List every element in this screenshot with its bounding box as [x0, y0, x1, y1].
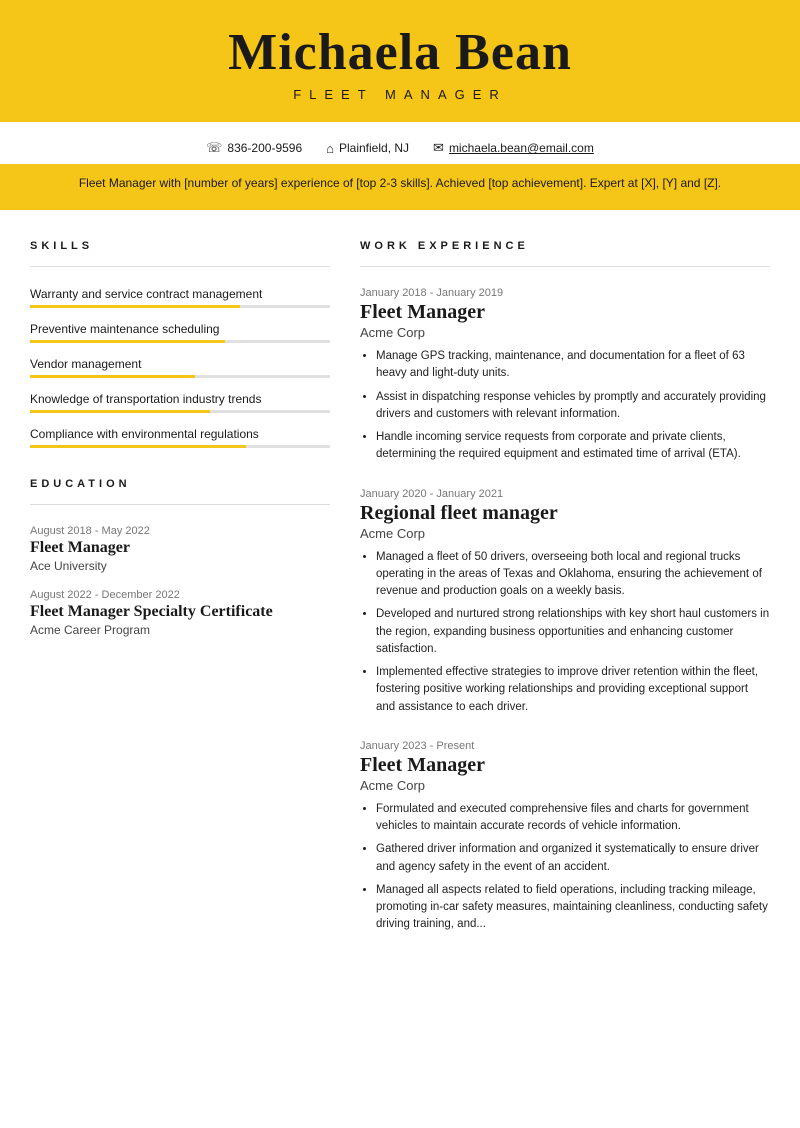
phone-contact: ☏ 836-200-9596 [206, 140, 302, 156]
skill-name: Knowledge of transportation industry tre… [30, 392, 330, 406]
skill-item: Compliance with environmental regulation… [30, 427, 330, 448]
work-company: Acme Corp [360, 325, 770, 340]
skills-divider [30, 266, 330, 267]
skill-name: Warranty and service contract management [30, 287, 330, 301]
skill-bar-fill [30, 340, 225, 343]
work-company: Acme Corp [360, 778, 770, 793]
edu-date: August 2018 - May 2022 [30, 525, 330, 537]
work-title: Fleet Manager [360, 754, 770, 777]
resume-body: SKILLS Warranty and service contract man… [0, 210, 800, 1128]
education-entry: August 2022 - December 2022 Fleet Manage… [30, 589, 330, 637]
right-column: WORK EXPERIENCE January 2018 - January 2… [360, 240, 770, 1098]
work-title: Regional fleet manager [360, 502, 770, 525]
phone-number: 836-200-9596 [227, 141, 302, 155]
summary-text: Fleet Manager with [number of years] exp… [79, 176, 721, 190]
resume-page: Michaela Bean Fleet Manager ☏ 836-200-95… [0, 0, 800, 1128]
skill-bar-bg [30, 410, 330, 413]
phone-icon: ☏ [206, 140, 222, 156]
work-entry: January 2020 - January 2021 Regional fle… [360, 488, 770, 716]
edu-degree: Fleet Manager [30, 539, 330, 557]
work-bullet: Developed and nurtured strong relationsh… [376, 606, 770, 658]
work-bullet: Formulated and executed comprehensive fi… [376, 801, 770, 836]
location-icon: ⌂ [326, 141, 334, 156]
work-date: January 2018 - January 2019 [360, 287, 770, 299]
skill-bar-bg [30, 375, 330, 378]
education-entry: August 2018 - May 2022 Fleet Manager Ace… [30, 525, 330, 573]
work-date: January 2023 - Present [360, 740, 770, 752]
skill-bar-bg [30, 445, 330, 448]
work-bullet: Handle incoming service requests from co… [376, 429, 770, 464]
skill-bar-fill [30, 445, 246, 448]
education-section: EDUCATION August 2018 - May 2022 Fleet M… [30, 478, 330, 637]
left-column: SKILLS Warranty and service contract man… [30, 240, 330, 1098]
work-entry: January 2023 - Present Fleet Manager Acm… [360, 740, 770, 934]
resume-header: Michaela Bean Fleet Manager [0, 0, 800, 122]
work-date: January 2020 - January 2021 [360, 488, 770, 500]
location-contact: ⌂ Plainfield, NJ [326, 141, 409, 156]
education-section-title: EDUCATION [30, 478, 330, 490]
skills-section: SKILLS Warranty and service contract man… [30, 240, 330, 448]
work-bullets: Formulated and executed comprehensive fi… [360, 801, 770, 934]
skill-name: Preventive maintenance scheduling [30, 322, 330, 336]
work-bullet: Managed a fleet of 50 drivers, overseein… [376, 549, 770, 601]
contact-bar: ☏ 836-200-9596 ⌂ Plainfield, NJ ✉ michae… [0, 132, 800, 164]
work-company: Acme Corp [360, 526, 770, 541]
candidate-name: Michaela Bean [40, 24, 760, 81]
location-text: Plainfield, NJ [339, 141, 409, 155]
skills-section-title: SKILLS [30, 240, 330, 252]
skill-item: Knowledge of transportation industry tre… [30, 392, 330, 413]
skill-item: Warranty and service contract management [30, 287, 330, 308]
email-icon: ✉ [433, 140, 444, 156]
work-bullet: Managed all aspects related to field ope… [376, 882, 770, 934]
skill-bar-fill [30, 410, 210, 413]
edu-date: August 2022 - December 2022 [30, 589, 330, 601]
skill-bar-fill [30, 305, 240, 308]
work-divider [360, 266, 770, 267]
education-divider [30, 504, 330, 505]
email-contact: ✉ michaela.bean@email.com [433, 140, 594, 156]
edu-degree: Fleet Manager Specialty Certificate [30, 603, 330, 621]
skill-name: Vendor management [30, 357, 330, 371]
work-bullets: Manage GPS tracking, maintenance, and do… [360, 348, 770, 464]
skill-item: Preventive maintenance scheduling [30, 322, 330, 343]
skill-bar-bg [30, 305, 330, 308]
work-section-title: WORK EXPERIENCE [360, 240, 770, 252]
summary-section: Fleet Manager with [number of years] exp… [0, 164, 800, 210]
skill-bar-fill [30, 375, 195, 378]
email-address: michaela.bean@email.com [449, 141, 594, 155]
edu-school: Ace University [30, 559, 330, 573]
work-entry: January 2018 - January 2019 Fleet Manage… [360, 287, 770, 464]
candidate-title: Fleet Manager [40, 87, 760, 102]
work-experience-section: WORK EXPERIENCE January 2018 - January 2… [360, 240, 770, 934]
work-bullet: Gathered driver information and organize… [376, 841, 770, 876]
edu-school: Acme Career Program [30, 623, 330, 637]
work-bullets: Managed a fleet of 50 drivers, overseein… [360, 549, 770, 716]
work-bullet: Implemented effective strategies to impr… [376, 664, 770, 716]
skill-name: Compliance with environmental regulation… [30, 427, 330, 441]
work-bullet: Assist in dispatching response vehicles … [376, 389, 770, 424]
work-title: Fleet Manager [360, 301, 770, 324]
skill-item: Vendor management [30, 357, 330, 378]
skill-bar-bg [30, 340, 330, 343]
work-bullet: Manage GPS tracking, maintenance, and do… [376, 348, 770, 383]
